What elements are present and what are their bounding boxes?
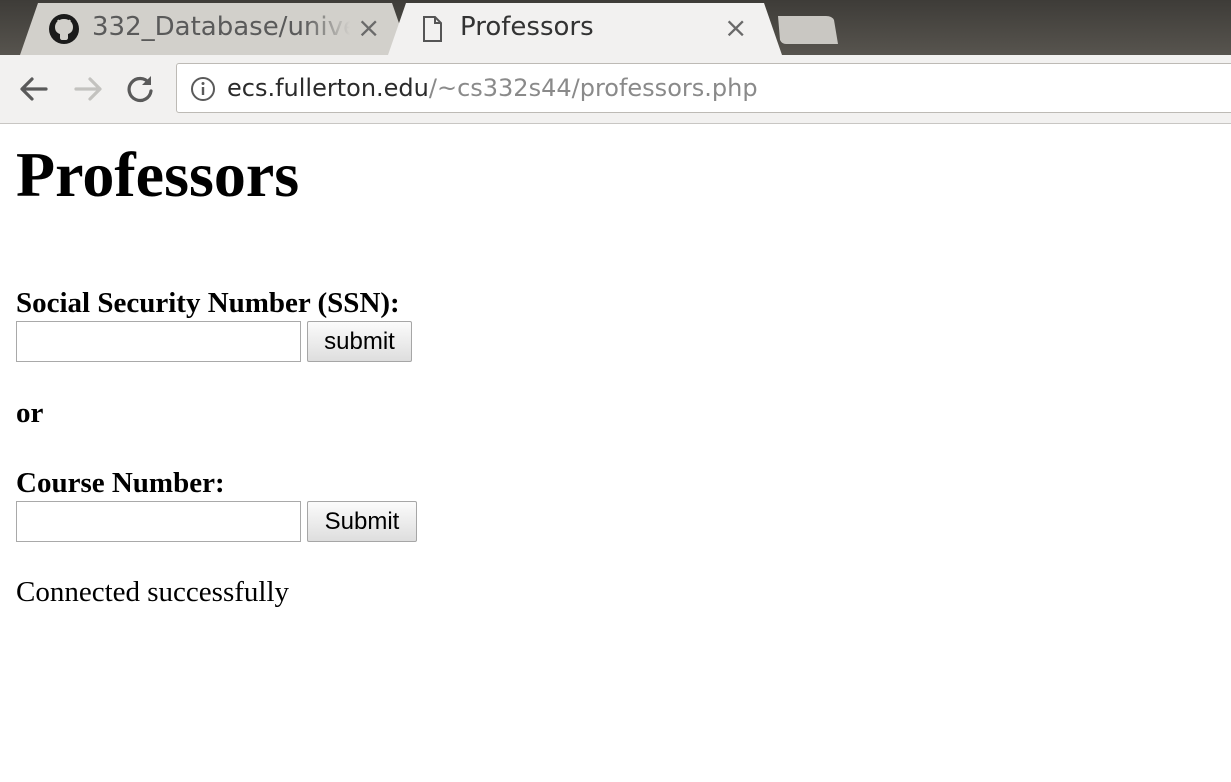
page-icon xyxy=(423,16,442,42)
ssn-submit-button[interactable]: submit xyxy=(307,321,412,362)
tab-strip: 332_Database/university × Professors × xyxy=(0,0,1231,55)
close-tab-icon[interactable]: × xyxy=(357,14,380,42)
info-icon[interactable] xyxy=(190,76,216,102)
new-tab-button[interactable] xyxy=(776,14,840,46)
course-number-input[interactable] xyxy=(16,501,301,542)
address-bar[interactable]: ecs.fullerton.edu/~cs332s44/professors.p… xyxy=(176,63,1231,113)
ssn-input[interactable] xyxy=(16,321,301,362)
tab-github[interactable]: 332_Database/university × xyxy=(20,3,410,55)
github-icon xyxy=(49,14,79,44)
connection-status: Connected successfully xyxy=(16,576,290,608)
tab-professors[interactable]: Professors × xyxy=(388,3,782,55)
tab-title: 332_Database/university xyxy=(92,12,350,42)
browser-toolbar: ecs.fullerton.edu/~cs332s44/professors.p… xyxy=(0,55,1231,124)
ssn-label: Social Security Number (SSN): xyxy=(16,287,400,319)
forward-arrow-icon[interactable] xyxy=(70,71,106,107)
reload-icon[interactable] xyxy=(122,71,158,107)
page-title: Professors xyxy=(16,139,300,210)
url-path: /~cs332s44/professors.php xyxy=(428,74,758,102)
close-tab-icon[interactable]: × xyxy=(724,14,747,42)
course-submit-button[interactable]: Submit xyxy=(307,501,417,542)
url-host: ecs.fullerton.edu xyxy=(227,74,429,102)
tab-title: Professors xyxy=(460,12,594,42)
course-number-label: Course Number: xyxy=(16,467,225,499)
or-label: or xyxy=(16,397,44,429)
url-text[interactable]: ecs.fullerton.edu/~cs332s44/professors.p… xyxy=(227,74,758,102)
back-arrow-icon[interactable] xyxy=(16,71,52,107)
